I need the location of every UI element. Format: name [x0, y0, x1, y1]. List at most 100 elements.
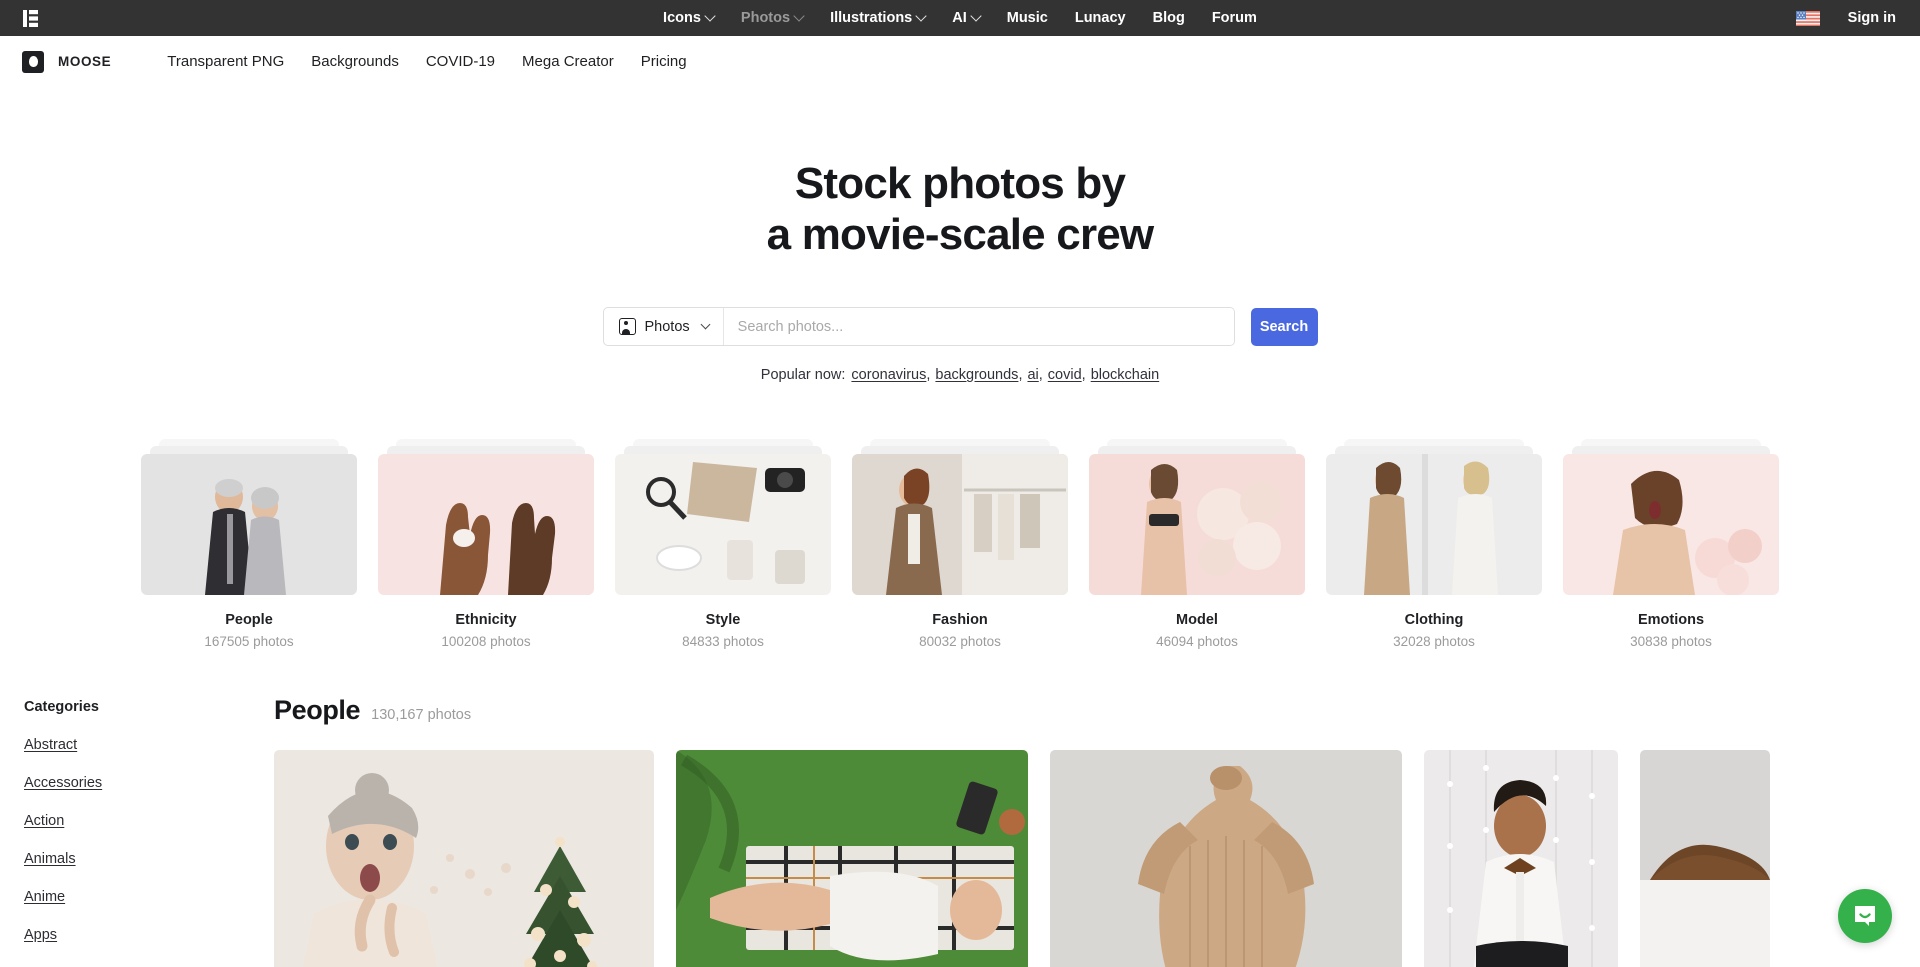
- sidebar-item-action[interactable]: Action: [24, 813, 64, 829]
- category-thumbnail-style: [615, 454, 831, 596]
- sidebar-item-accessories[interactable]: Accessories: [24, 775, 102, 791]
- sidebar-title: Categories: [24, 699, 99, 716]
- nav-item-transparent-png[interactable]: Transparent PNG: [167, 53, 284, 70]
- category-thumbnail-clothing: [1326, 454, 1542, 596]
- card-stack: [852, 439, 1068, 596]
- sidebar-item-apps[interactable]: Apps: [24, 927, 57, 943]
- chevron-down-icon: [793, 10, 805, 22]
- popular-tag-coronavirus[interactable]: coronavirus: [851, 367, 926, 383]
- lower-section: Categories Abstract Accessories Action A…: [0, 695, 1920, 967]
- topnav-item-blog[interactable]: Blog: [1153, 10, 1185, 26]
- topnav-item-forum[interactable]: Forum: [1212, 10, 1257, 26]
- category-card-fashion[interactable]: Fashion 80032 photos: [852, 439, 1068, 649]
- category-card-model[interactable]: Model 46094 photos: [1089, 439, 1305, 649]
- topbar-right-group: Sign in: [1795, 10, 1896, 26]
- category-thumbnail-fashion: [852, 454, 1068, 596]
- chat-bubble-smile-icon: [1855, 906, 1875, 926]
- category-count: 167505 photos: [204, 634, 294, 650]
- topnav-item-ai[interactable]: AI: [952, 10, 982, 26]
- photo-card-person-under-knit-sweater[interactable]: [1050, 750, 1402, 967]
- sidebar-item-abstract[interactable]: Abstract: [24, 737, 77, 753]
- card-stack: [378, 439, 594, 596]
- nav-item-mega-creator[interactable]: Mega Creator: [522, 53, 614, 70]
- chevron-down-icon: [915, 10, 927, 22]
- sign-in-button[interactable]: Sign in: [1848, 10, 1896, 26]
- topnav-item-music[interactable]: Music: [1007, 10, 1048, 26]
- chat-widget-button[interactable]: [1838, 889, 1892, 943]
- topnav-label: Music: [1006, 10, 1048, 26]
- category-thumbnail-emotions: [1563, 454, 1779, 596]
- moose-mark-icon[interactable]: [22, 9, 38, 27]
- category-card-ethnicity[interactable]: Ethnicity 100208 photos: [378, 439, 594, 649]
- hero-section: Stock photos by a movie-scale crew Photo…: [0, 88, 1920, 383]
- category-card-clothing[interactable]: Clothing 32028 photos: [1326, 439, 1542, 649]
- topnav-label: Blog: [1152, 10, 1185, 26]
- search-type-dropdown[interactable]: Photos: [604, 308, 724, 346]
- chevron-down-icon: [704, 10, 716, 22]
- moose-logo-icon: [22, 50, 44, 73]
- topnav-item-icons[interactable]: Icons: [663, 10, 716, 26]
- top-utility-bar: Icons Photos Illustrations AI Music Luna…: [0, 0, 1920, 36]
- category-title: Fashion: [932, 612, 988, 629]
- popular-now-label: Popular now:: [760, 367, 846, 384]
- photo-card-brown-knit-texture[interactable]: [1640, 750, 1770, 967]
- popular-tag-covid[interactable]: covid: [1048, 367, 1082, 383]
- category-count: 46094 photos: [1156, 634, 1238, 650]
- nav-item-pricing[interactable]: Pricing: [641, 53, 687, 70]
- topnav-label: Photos: [740, 10, 791, 26]
- card-stack: [1089, 439, 1305, 596]
- topnav-label: Forum: [1211, 10, 1257, 26]
- card-stack: [615, 439, 831, 596]
- page-title: Stock photos by a movie-scale crew: [0, 158, 1920, 260]
- sidebar-item-animals[interactable]: Animals: [24, 851, 76, 867]
- category-card-people[interactable]: People 167505 photos: [141, 439, 357, 649]
- topnav-label: AI: [952, 10, 967, 26]
- category-title: Style: [705, 612, 741, 629]
- hero-title-line2: a movie-scale crew: [766, 210, 1155, 260]
- card-stack: [1563, 439, 1779, 596]
- topnav-label: Illustrations: [830, 10, 913, 26]
- section-header: People 130,167 photos: [274, 695, 1920, 726]
- category-title: Model: [1176, 612, 1218, 629]
- category-title: Clothing: [1404, 612, 1464, 629]
- category-title: People: [225, 612, 273, 629]
- category-card-emotions[interactable]: Emotions 30838 photos: [1563, 439, 1779, 649]
- photo-card-woman-lying-on-picnic-blanket[interactable]: [676, 750, 1028, 967]
- category-thumbnail-model: [1089, 454, 1305, 596]
- category-count: 32028 photos: [1393, 634, 1475, 650]
- topnav-label: Icons: [663, 10, 701, 26]
- category-title: Ethnicity: [455, 612, 517, 629]
- topnav-item-illustrations[interactable]: Illustrations: [830, 10, 927, 26]
- search-row: Photos Search: [0, 307, 1920, 347]
- popular-tag-blockchain[interactable]: blockchain: [1091, 367, 1160, 383]
- category-card-style[interactable]: Style 84833 photos: [615, 439, 831, 649]
- nav-item-backgrounds[interactable]: Backgrounds: [311, 53, 399, 70]
- category-thumbnail-ethnicity: [378, 454, 594, 596]
- main-nav-bar: MOOSE Transparent PNG Backgrounds COVID-…: [0, 36, 1920, 88]
- chevron-down-icon: [970, 10, 982, 22]
- search-input[interactable]: [723, 308, 1234, 346]
- topnav-item-lunacy[interactable]: Lunacy: [1075, 10, 1126, 26]
- photo-card-man-in-bow-tie-fairy-lights[interactable]: [1424, 750, 1618, 967]
- main-nav-links: Transparent PNG Backgrounds COVID-19 Meg…: [167, 53, 686, 70]
- photo-portrait-icon: [618, 318, 636, 336]
- search-type-label: Photos: [644, 318, 690, 335]
- category-thumbnail-people: [141, 454, 357, 596]
- brand-name: MOOSE: [58, 54, 112, 69]
- category-count: 30838 photos: [1630, 634, 1712, 650]
- us-flag-icon[interactable]: [1795, 10, 1820, 26]
- top-nav: Icons Photos Illustrations AI Music Luna…: [0, 0, 1920, 36]
- category-count: 100208 photos: [441, 634, 531, 650]
- category-count: 84833 photos: [682, 634, 764, 650]
- brand-logo[interactable]: MOOSE: [22, 50, 112, 73]
- nav-item-covid-19[interactable]: COVID-19: [426, 53, 495, 70]
- sidebar: Categories Abstract Accessories Action A…: [24, 695, 274, 967]
- topnav-item-photos[interactable]: Photos: [740, 10, 805, 26]
- popular-tag-backgrounds[interactable]: backgrounds: [935, 367, 1018, 383]
- topnav-label: Lunacy: [1074, 10, 1126, 26]
- photo-results: People 130,167 photos: [274, 695, 1920, 967]
- search-button[interactable]: Search: [1250, 307, 1318, 346]
- photo-card-surprised-senior-woman-christmas[interactable]: [274, 750, 654, 967]
- sidebar-item-anime[interactable]: Anime: [24, 889, 65, 905]
- popular-tag-ai[interactable]: ai: [1027, 367, 1038, 383]
